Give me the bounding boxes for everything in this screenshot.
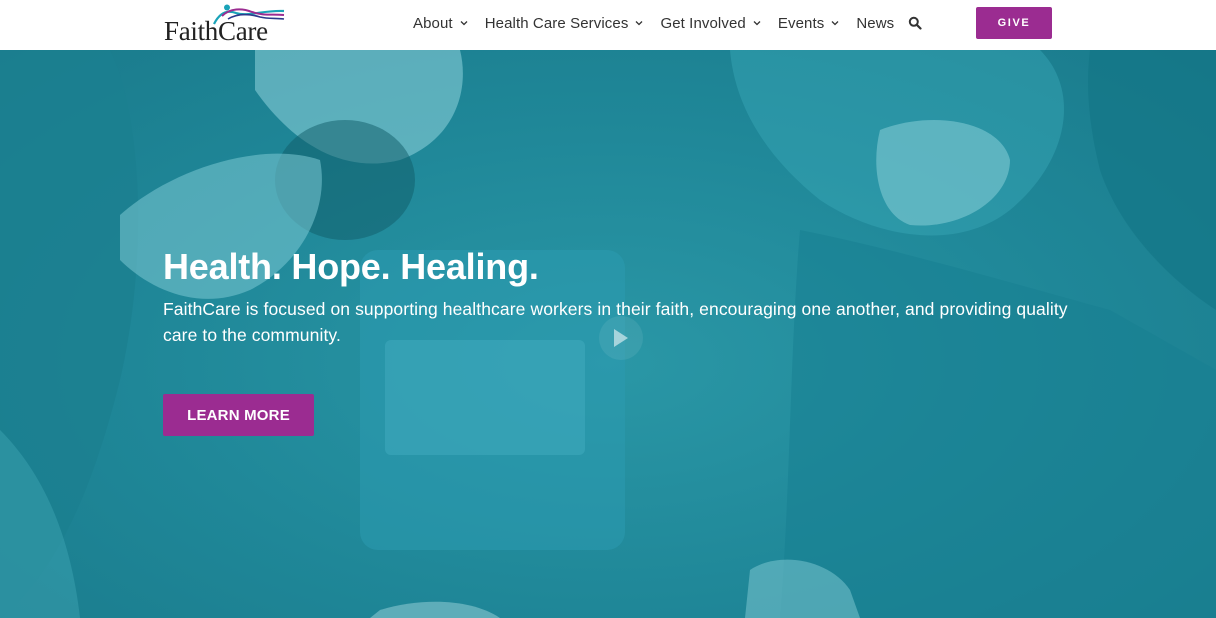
chevron-down-icon bbox=[831, 21, 839, 26]
give-button[interactable]: GIVE bbox=[976, 7, 1052, 39]
nav-item-label: About bbox=[413, 14, 453, 32]
search-icon[interactable] bbox=[908, 16, 922, 30]
chevron-down-icon bbox=[635, 21, 643, 26]
learn-more-button[interactable]: LEARN MORE bbox=[163, 394, 314, 436]
nav-item-health-care-services[interactable]: Health Care Services bbox=[485, 15, 645, 32]
nav-item-events[interactable]: Events bbox=[778, 15, 840, 32]
nav-item-label: Events bbox=[777, 14, 825, 32]
nav-item-label: News bbox=[856, 14, 895, 32]
chevron-down-icon bbox=[753, 21, 761, 26]
nav-item-news[interactable]: News bbox=[856, 15, 894, 32]
nav-item-about[interactable]: About bbox=[413, 15, 469, 32]
site-header: FaithCare About Health Care Services Get… bbox=[0, 0, 1216, 50]
main-nav: About Health Care Services Get Involved … bbox=[413, 0, 922, 46]
play-icon bbox=[614, 329, 628, 347]
hero-title: Health. Hope. Healing. bbox=[163, 246, 539, 287]
video-play-button[interactable] bbox=[599, 316, 643, 360]
logo-text: FaithCare bbox=[164, 16, 268, 46]
nav-item-label: Health Care Services bbox=[484, 14, 629, 32]
nav-item-label: Get Involved bbox=[660, 14, 746, 32]
hero-section: Health. Hope. Healing. FaithCare is focu… bbox=[0, 50, 1216, 618]
nav-item-get-involved[interactable]: Get Involved bbox=[660, 15, 761, 32]
faithcare-logo[interactable]: FaithCare bbox=[164, 4, 286, 46]
chevron-down-icon bbox=[460, 21, 468, 26]
